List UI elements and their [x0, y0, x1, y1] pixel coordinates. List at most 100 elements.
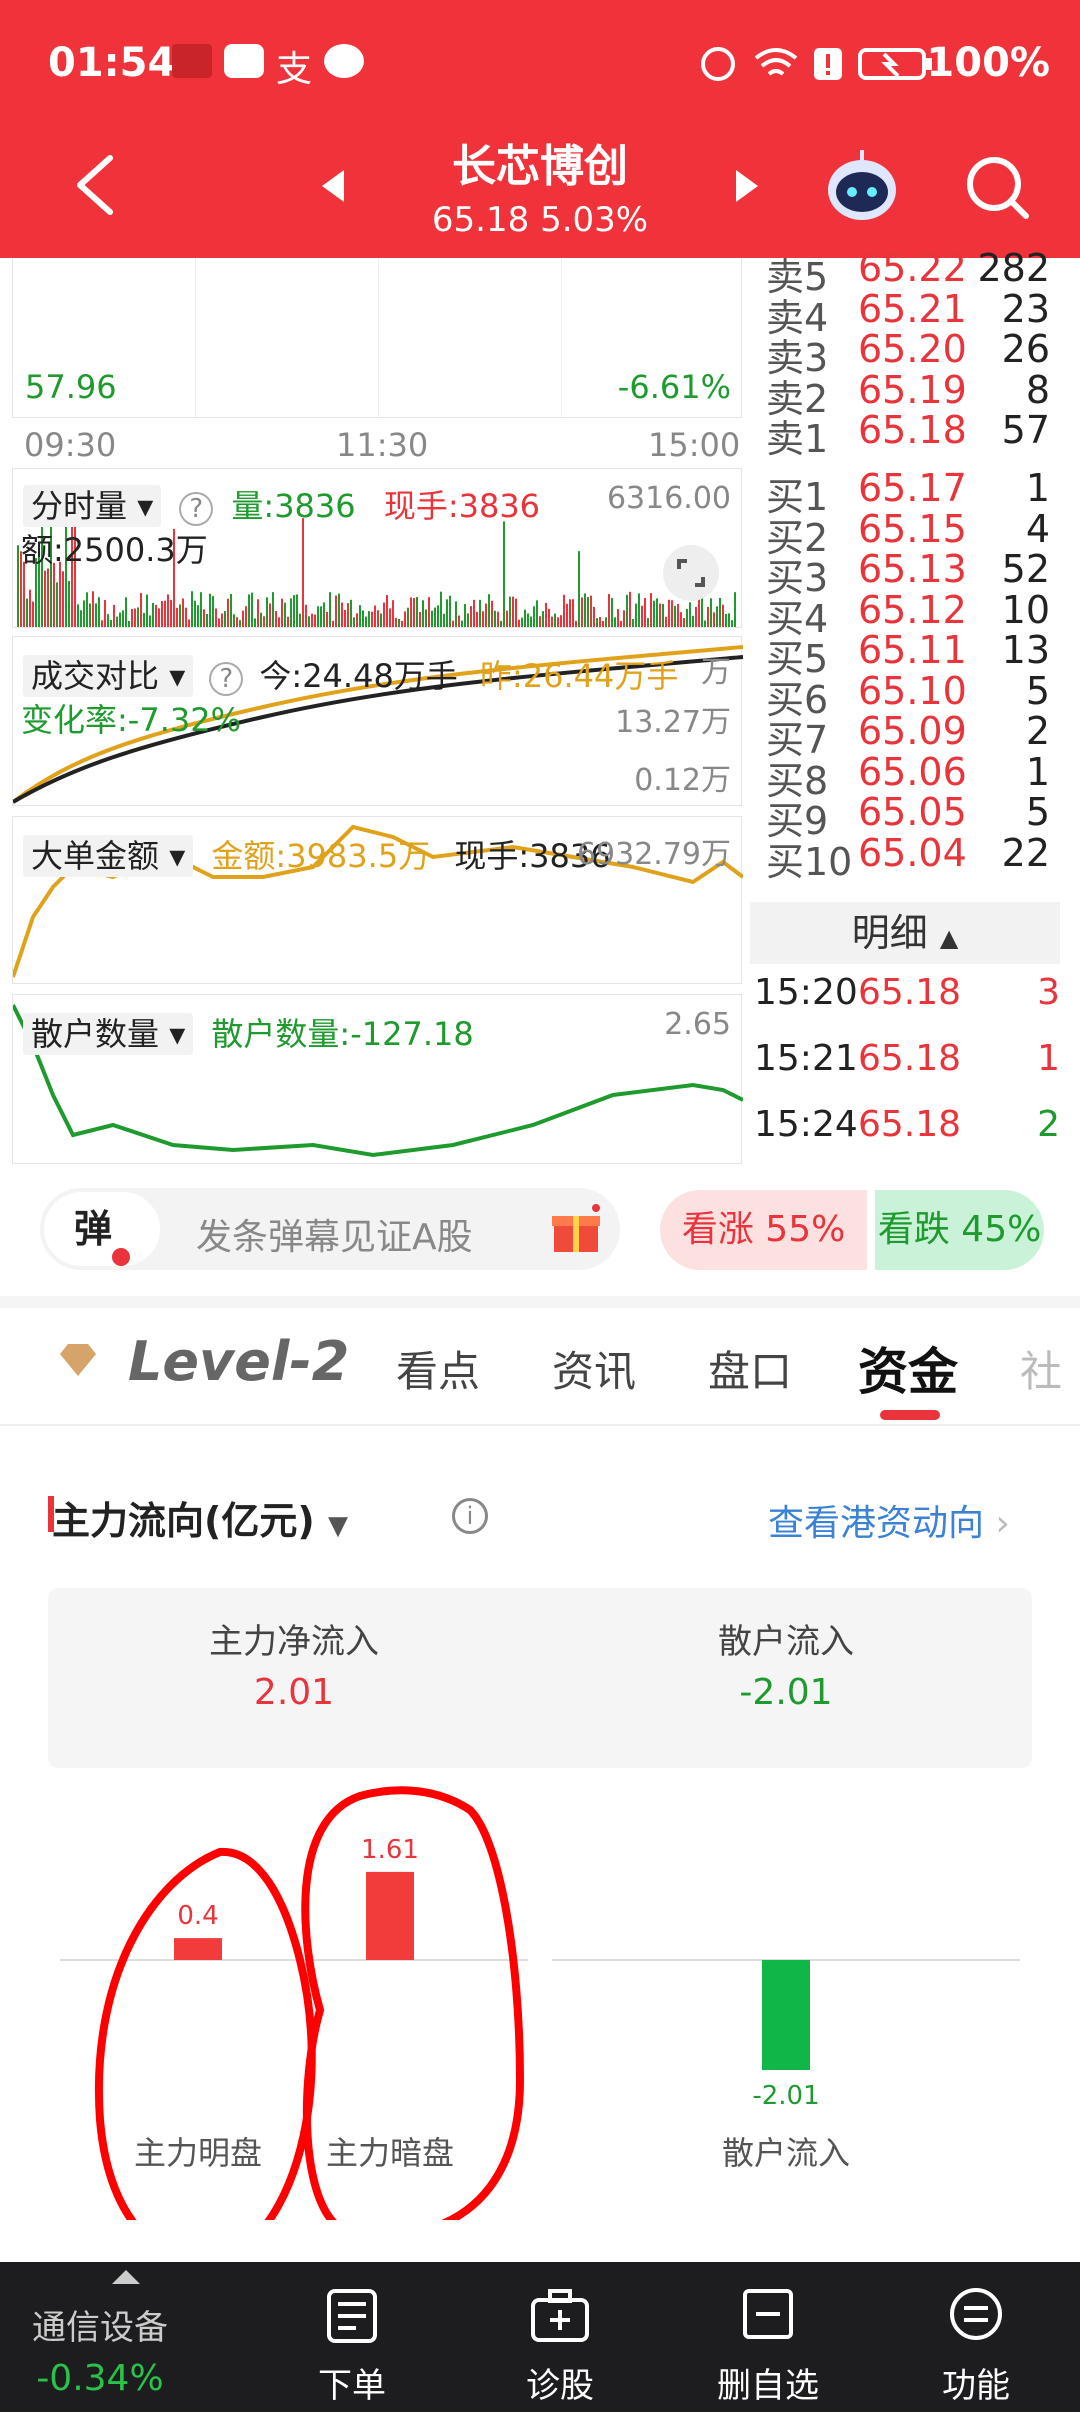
info-icon[interactable]: i: [452, 1498, 488, 1534]
net-inflow-value: 2.01: [253, 1672, 335, 1713]
bid-volume: 52: [1001, 547, 1050, 591]
fund-bar-value-label: -2.01: [752, 2081, 819, 2111]
bid-volume: 4: [1025, 506, 1050, 551]
bid-row[interactable]: 买4 65.12 10: [766, 588, 1056, 641]
fund-summary-card: 主力净流入 2.01 散户流入 -2.01: [48, 1588, 1032, 1768]
tick-price: 65.18: [858, 1104, 962, 1145]
order-label: 下单: [318, 2366, 386, 2406]
bid-row[interactable]: 买3 65.13 52: [766, 547, 1056, 600]
status-time: 01:54: [48, 40, 176, 86]
ask-price: 65.21: [858, 286, 967, 331]
tick-price: 65.18: [858, 972, 962, 1013]
reddit-icon: [324, 44, 364, 78]
bear-button[interactable]: 看跌 45%: [875, 1190, 1044, 1270]
check-badge-icon: [112, 1248, 130, 1266]
search-icon[interactable]: [962, 152, 1032, 222]
order-book: 卖5 65.22 282 卖4 65.21 23 卖3 65.20 26 卖2 65.19 8 卖1 65…: [0, 246, 1080, 898]
tab-handicap[interactable]: 盘口: [708, 1338, 792, 1399]
caret-up-icon: [112, 2270, 140, 2284]
tab-community[interactable]: 社: [1020, 1338, 1062, 1399]
bid-row[interactable]: 买7 65.09 2: [766, 709, 1056, 762]
bid-volume: 1: [1025, 466, 1050, 510]
next-stock-icon[interactable]: [732, 166, 762, 206]
tick-row: 15:20 65.18 3: [754, 972, 1060, 1022]
bid-row[interactable]: 买2 65.15 4: [766, 507, 1056, 560]
danmu-input-bar[interactable]: 弹 发条弹幕见证A股: [40, 1188, 620, 1270]
tab-kandian[interactable]: 看点: [396, 1338, 480, 1399]
tab-funds[interactable]: 资金: [858, 1332, 958, 1404]
gift-icon[interactable]: [550, 1204, 602, 1256]
tick-time: 15:21: [754, 1038, 858, 1079]
bear-label: 看跌 45%: [877, 1209, 1042, 1250]
ask-price: 65.18: [858, 408, 967, 452]
bid-row[interactable]: 买6 65.10 5: [766, 669, 1056, 722]
retail-inflow-label: 散户流入: [718, 1622, 854, 1662]
bull-label: 看涨 55%: [681, 1209, 846, 1250]
remove-favorite-button[interactable]: 删自选: [668, 2262, 868, 2412]
tick-volume: 1: [1037, 1038, 1060, 1079]
bid-row[interactable]: 买5 65.11 13: [766, 628, 1056, 681]
fund-flow-title[interactable]: 主力流向(亿元) ▼: [52, 1490, 348, 1545]
tab-bar: Level-2 看点 资讯 盘口 资金 社: [0, 1308, 1080, 1426]
ask-label: 卖1: [766, 417, 829, 461]
functions-button[interactable]: 功能: [876, 2262, 1076, 2412]
battery-percent: 100%: [926, 40, 1050, 86]
tick-time: 15:24: [754, 1104, 858, 1145]
bid-volume: 10: [1001, 587, 1050, 632]
hk-fund-link[interactable]: 查看港资动向 ›: [768, 1494, 1010, 1546]
bull-button[interactable]: 看涨 55%: [660, 1190, 868, 1270]
ask-price: 65.20: [858, 327, 967, 371]
ask-row[interactable]: 卖5 65.22 282: [766, 246, 1056, 299]
ask-price: 65.19: [858, 367, 967, 412]
stock-price-change: 65.18 5.03%: [431, 200, 649, 240]
bid-row[interactable]: 买8 65.06 1: [766, 750, 1056, 803]
remove-favorite-label: 删自选: [717, 2366, 819, 2406]
sector-button[interactable]: 通信设备 -0.34%: [0, 2262, 200, 2412]
dropdown-icon: ▼: [327, 1511, 348, 1541]
chevron-right-icon: ›: [995, 1503, 1010, 1544]
ask-row[interactable]: 卖2 65.19 8: [766, 368, 1056, 421]
bid-label: 买10: [766, 839, 853, 884]
ask-row[interactable]: 卖1 65.18 57: [766, 408, 1056, 461]
hk-fund-link-text: 查看港资动向: [768, 1503, 985, 1544]
bid-volume: 5: [1025, 668, 1050, 713]
tick-volume: 3: [1037, 972, 1060, 1013]
minus-box-icon: [743, 2289, 793, 2339]
ask-volume: 282: [977, 246, 1050, 290]
bid-volume: 1: [1025, 749, 1050, 794]
ask-row[interactable]: 卖3 65.20 26: [766, 327, 1056, 380]
ask-row[interactable]: 卖4 65.21 23: [766, 287, 1056, 340]
sentiment-bar[interactable]: 看涨 55% 看跌 45%: [660, 1190, 1044, 1270]
tab-news[interactable]: 资讯: [552, 1338, 636, 1399]
fund-bar-value-label: 0.4: [177, 1901, 218, 1931]
tab-level2[interactable]: Level-2: [128, 1330, 349, 1393]
fund-flow-title-text: 主力流向(亿元): [52, 1499, 315, 1543]
tick-price: 65.18: [858, 1038, 962, 1079]
briefcase-plus-icon: [531, 2289, 589, 2342]
active-tab-indicator: [880, 1410, 940, 1420]
bid-price: 65.09: [858, 709, 967, 753]
tick-row: 15:21 65.18 1: [754, 1038, 1060, 1088]
sector-change: -0.34%: [36, 2358, 164, 2399]
diamond-icon: [60, 1344, 96, 1376]
ticks-header[interactable]: 明细 ▲: [750, 902, 1060, 964]
ask-volume: 57: [1001, 408, 1050, 452]
bid-row[interactable]: 买9 65.05 5: [766, 790, 1056, 843]
fund-bar-0: [174, 1938, 222, 1960]
order-button[interactable]: 下单: [252, 2262, 452, 2412]
bid-row[interactable]: 买10 65.04 22: [766, 831, 1056, 884]
danmu-placeholder: 发条弹幕见证A股: [196, 1217, 473, 1258]
fund-flow-chart: 0.4 主力明盘 1.61 主力暗盘 -2.01 散户流入: [60, 1786, 1020, 2220]
divider: [0, 1296, 1080, 1308]
stock-name: 长芯博创: [452, 141, 628, 192]
diagnose-button[interactable]: 诊股: [460, 2262, 660, 2412]
sort-up-icon: ▲: [939, 924, 959, 952]
document-icon: [327, 2289, 377, 2343]
danmu-toggle-button[interactable]: 弹: [44, 1192, 160, 1266]
bid-volume: 5: [1025, 790, 1050, 834]
bid-volume: 2: [1025, 709, 1050, 753]
bid-volume: 22: [1001, 830, 1050, 875]
net-inflow-label: 主力净流入: [209, 1622, 379, 1662]
robot-assistant-icon[interactable]: [822, 146, 902, 226]
bid-row[interactable]: 买1 65.17 1: [766, 466, 1056, 519]
